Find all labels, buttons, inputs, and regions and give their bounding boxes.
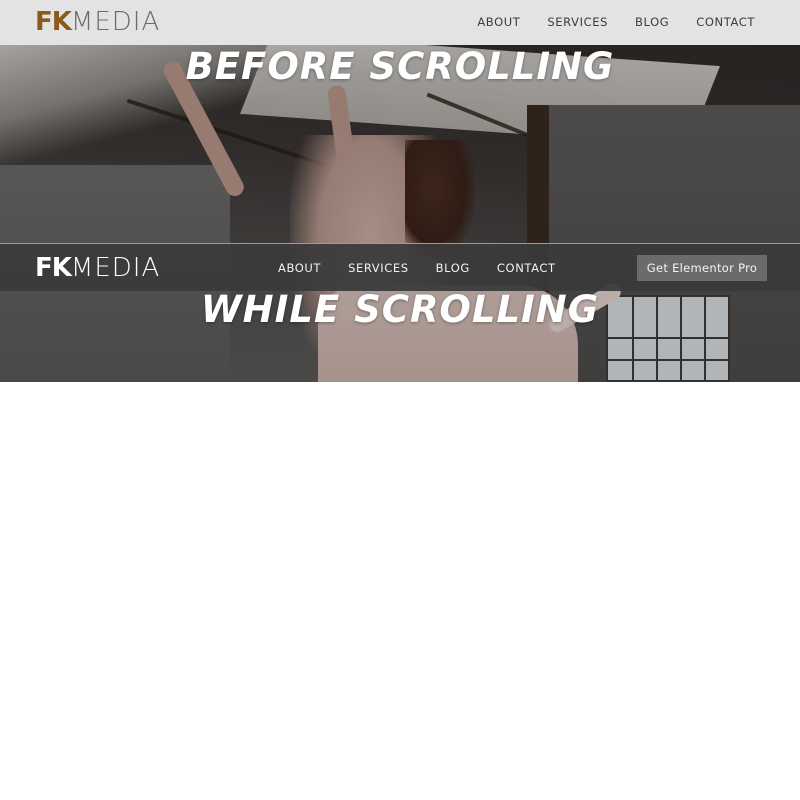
nav-link-about[interactable]: ABOUT: [477, 15, 520, 29]
hero-image: [0, 45, 800, 382]
logo-mark: FK: [35, 253, 72, 283]
logo-mark: FK: [35, 7, 72, 37]
top-header: FK MEDIA ABOUT SERVICES BLOG CONTACT: [0, 0, 800, 45]
sticky-nav: ABOUT SERVICES BLOG CONTACT: [278, 261, 583, 275]
top-nav: ABOUT SERVICES BLOG CONTACT: [450, 15, 755, 29]
sticky-nav-link-services[interactable]: SERVICES: [348, 261, 409, 275]
sticky-nav-link-contact[interactable]: CONTACT: [497, 261, 556, 275]
sticky-nav-link-blog[interactable]: BLOG: [436, 261, 470, 275]
nav-link-services[interactable]: SERVICES: [547, 15, 608, 29]
brand-logo-inverted[interactable]: FK MEDIA: [35, 255, 160, 281]
nav-link-contact[interactable]: CONTACT: [696, 15, 755, 29]
while-scrolling-heading: WHILE SCROLLING: [200, 288, 600, 331]
before-scrolling-heading: BEFORE SCROLLING: [185, 45, 615, 88]
page-body: [0, 382, 800, 800]
nav-link-blog[interactable]: BLOG: [635, 15, 669, 29]
sticky-header: FK MEDIA ABOUT SERVICES BLOG CONTACT Get…: [0, 243, 800, 291]
logo-wordmark: MEDIA: [70, 253, 161, 283]
brand-logo[interactable]: FK MEDIA: [35, 9, 160, 35]
get-elementor-pro-button[interactable]: Get Elementor Pro: [637, 255, 767, 281]
sticky-nav-link-about[interactable]: ABOUT: [278, 261, 321, 275]
image-overlay: [0, 45, 800, 382]
logo-wordmark: MEDIA: [70, 7, 161, 37]
